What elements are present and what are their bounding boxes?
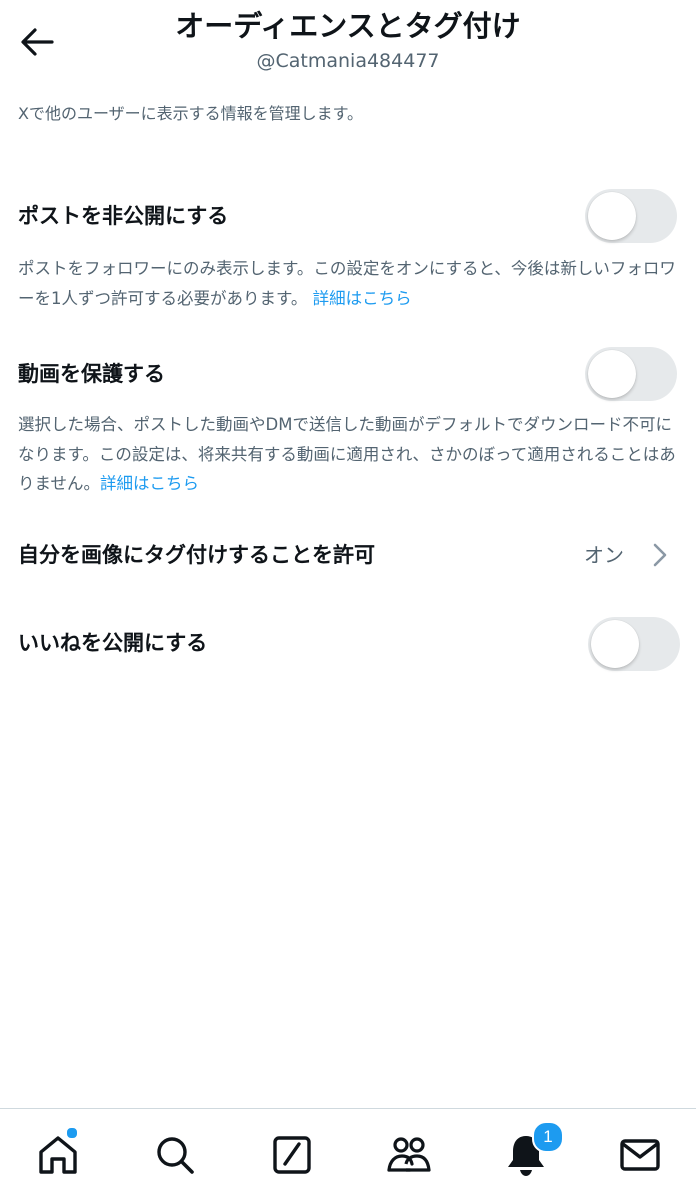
search-icon	[157, 1137, 194, 1174]
photo-tagging-label: 自分を画像にタグ付けすることを許可	[18, 543, 375, 567]
protect-posts-toggle[interactable]	[585, 189, 677, 243]
grok-icon	[273, 1136, 311, 1174]
photo-tagging-row[interactable]: 自分を画像にタグ付けすることを許可 オン	[0, 526, 696, 586]
chevron-right-icon	[653, 543, 667, 567]
tab-messages[interactable]	[616, 1131, 664, 1179]
toggle-knob	[588, 350, 636, 398]
home-icon	[39, 1136, 77, 1174]
toggle-knob	[591, 620, 639, 668]
protect-posts-label: ポストを非公開にする	[18, 204, 229, 228]
tab-notifications[interactable]: 1	[502, 1121, 564, 1179]
tab-communities[interactable]	[385, 1131, 433, 1179]
header: オーディエンスとタグ付け @Catmania484477	[0, 0, 696, 90]
tab-home[interactable]	[34, 1127, 82, 1179]
protect-videos-learn-more-link[interactable]: 詳細はこちら	[100, 474, 199, 493]
notification-count-badge: 1	[532, 1121, 564, 1153]
page-title: オーディエンスとタグ付け	[175, 9, 521, 43]
protect-videos-toggle[interactable]	[585, 347, 677, 401]
bottom-navigation: 1	[0, 1108, 696, 1201]
home-new-content-dot	[66, 1127, 78, 1139]
protect-videos-description: 選択した場合、ポストした動画やDMで送信した動画がデフォルトでダウンロード不可に…	[18, 410, 688, 499]
public-likes-toggle[interactable]	[588, 617, 680, 671]
back-arrow-icon	[21, 28, 54, 56]
protect-posts-learn-more-link[interactable]: 詳細はこちら	[313, 289, 412, 308]
toggle-knob	[588, 192, 636, 240]
page-description: Xで他のユーザーに表示する情報を管理します。	[18, 104, 364, 123]
tab-grok[interactable]	[268, 1131, 316, 1179]
photo-tagging-value: オン	[584, 543, 624, 567]
protect-videos-label: 動画を保護する	[18, 362, 165, 386]
account-username: @Catmania484477	[256, 50, 440, 72]
back-button[interactable]	[14, 20, 60, 64]
communities-icon	[387, 1137, 431, 1172]
protect-posts-description: ポストをフォロワーにのみ表示します。この設定をオンにすると、今後は新しいフォロワ…	[18, 254, 688, 313]
public-likes-label: いいねを公開にする	[18, 631, 208, 655]
tab-search[interactable]	[151, 1131, 199, 1179]
messages-envelope-icon	[620, 1139, 660, 1171]
